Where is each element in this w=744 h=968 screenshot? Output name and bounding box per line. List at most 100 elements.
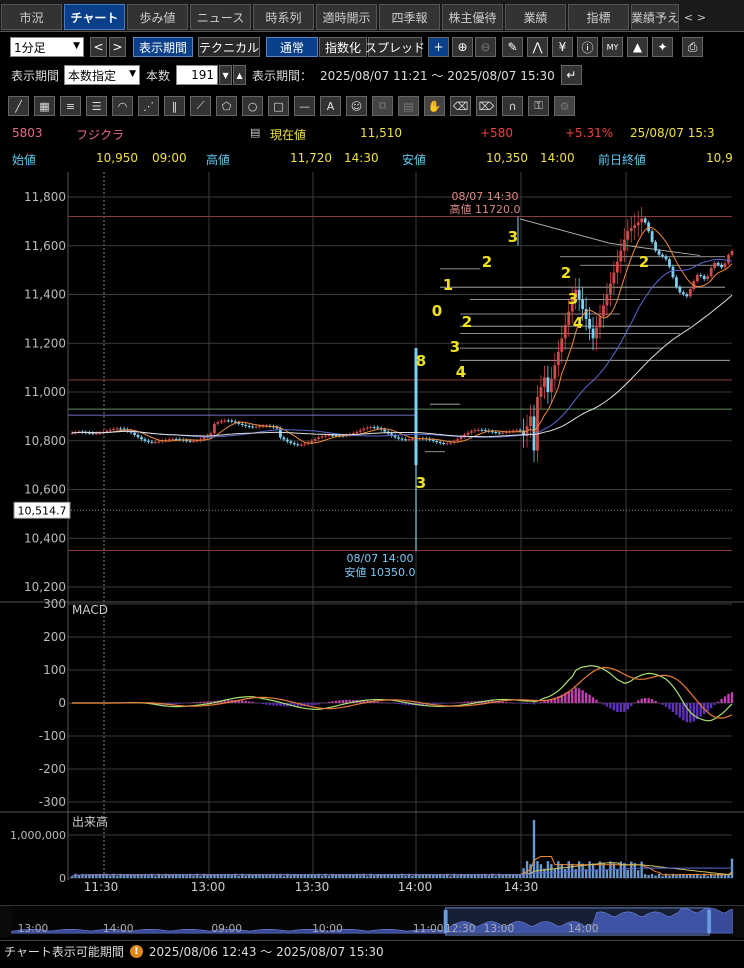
tab-scroll-right-icon[interactable]: > — [695, 7, 708, 29]
candle-body — [226, 420, 230, 422]
candle-body — [615, 261, 619, 273]
tab-news[interactable]: ニュース — [190, 4, 251, 30]
volume-bar — [612, 863, 616, 878]
pentagon-icon[interactable]: ⬠ — [216, 96, 237, 116]
tab-tick[interactable]: 歩み値 — [127, 4, 188, 30]
text-icon[interactable]: A — [320, 96, 341, 116]
normal-button[interactable]: 通常 — [266, 37, 318, 57]
print-icon[interactable]: ⎙ — [682, 37, 703, 57]
volume-bar — [640, 861, 643, 878]
lock-icon[interactable]: ⚿ — [528, 96, 549, 116]
macd-hist-bar — [386, 702, 390, 704]
rectangle-icon[interactable]: □ — [268, 96, 289, 116]
next-button[interactable]: > — [109, 37, 126, 57]
macd-hist-bar — [185, 703, 188, 704]
technical-button[interactable]: テクニカル — [198, 37, 260, 57]
macd-hist-bar — [647, 698, 650, 703]
stock-chart[interactable]: 11,800 11,600 11,400 11,200 11,000 10,800 10,6… — [0, 172, 744, 900]
tab-shikiho[interactable]: 四季報 — [379, 4, 440, 30]
candle-body — [192, 441, 195, 443]
candle-body — [358, 430, 362, 432]
time-tick-label: 13:00 — [191, 880, 226, 894]
count-label: 3 — [568, 290, 578, 308]
candle-body — [532, 416, 536, 451]
tab-forecast[interactable]: 業績予え — [631, 4, 679, 30]
change-value: +580 — [480, 126, 513, 140]
yen-icon[interactable]: ¥ — [552, 37, 573, 57]
macd-tick-label: 200 — [43, 630, 66, 644]
retracement-icon[interactable]: ☰ — [86, 96, 107, 116]
eraser-icon[interactable]: ⌫ — [450, 96, 471, 116]
period-mode-select[interactable]: 本数指定 ▼ — [64, 65, 141, 85]
tab-indicators[interactable]: 指標 — [568, 4, 629, 30]
volume-bar — [397, 875, 400, 878]
candle-body — [369, 427, 373, 429]
tab-timeseries[interactable]: 時系列 — [253, 4, 314, 30]
circle-icon[interactable]: ○ — [242, 96, 263, 116]
area-chart-icon[interactable]: ▲ — [627, 37, 648, 57]
macd-hist-bar — [268, 703, 272, 706]
zoom-out-icon[interactable]: ⊖ — [475, 37, 496, 57]
tab-disclosure[interactable]: 適時開示 — [316, 4, 377, 30]
line-chart-icon[interactable]: ⋀ — [527, 37, 548, 57]
macd-hist-bar — [584, 692, 588, 703]
stock-code: 5803 — [12, 126, 43, 140]
return-icon[interactable]: ↵ — [560, 65, 582, 85]
tab-market[interactable]: 市況 — [1, 4, 62, 30]
parallel-lines-icon[interactable]: ▦ — [34, 96, 55, 116]
info-icon[interactable]: ⓘ — [577, 37, 598, 57]
hline-icon[interactable]: — — [294, 96, 315, 116]
time-navigator[interactable]: 13:00 14:00 09:00 10:00 11:00 12:30 13:00 14:00 — [0, 905, 744, 937]
available-period-label: チャート表示可能期間 — [4, 945, 124, 959]
crosshair-icon[interactable]: + — [428, 37, 449, 57]
candle-body — [185, 440, 189, 442]
macd-hist-bar — [508, 702, 511, 703]
volume-bar — [352, 874, 355, 878]
macd-tick-label: 100 — [43, 663, 66, 677]
document-icon[interactable]: ▤ — [250, 126, 260, 139]
zoom-in-icon[interactable]: ⊕ — [452, 37, 473, 57]
hand-icon[interactable]: ✋ — [424, 96, 445, 116]
stock-name: フジクラ — [76, 128, 125, 142]
arc-icon[interactable]: ◠ — [112, 96, 133, 116]
wrench-icon[interactable]: ✦ — [652, 37, 673, 57]
candle-body — [706, 276, 710, 280]
my-chart-icon[interactable]: MY — [602, 37, 623, 57]
pencil-icon[interactable]: ✎ — [502, 37, 523, 57]
count-input[interactable]: 191 — [176, 65, 219, 85]
magnet-icon[interactable]: ∩ — [502, 96, 523, 116]
macd-hist-bar — [379, 702, 383, 703]
gann-fan-icon[interactable]: ⟋ — [190, 96, 211, 116]
macd-hist-bar — [675, 703, 678, 715]
paste-icon[interactable]: ▤ — [398, 96, 419, 116]
tab-scroll-left-icon[interactable]: < — [682, 7, 695, 29]
vertical-lines-icon[interactable]: ‖ — [164, 96, 185, 116]
interval-select[interactable]: 1分足 ▼ — [10, 37, 84, 57]
tab-benefits[interactable]: 株主優待 — [442, 4, 503, 30]
fan-icon[interactable]: ⋰ — [138, 96, 159, 116]
tab-earnings[interactable]: 業績 — [505, 4, 566, 30]
spread-button[interactable]: スプレッド — [365, 37, 425, 57]
count-label: 1 — [443, 276, 453, 294]
copy-icon[interactable]: ⧉ — [372, 96, 393, 116]
tab-chart[interactable]: チャート — [64, 4, 125, 30]
candle-body — [216, 422, 220, 424]
macd-hist-bar — [692, 703, 695, 722]
trendline-icon[interactable]: ╱ — [8, 96, 29, 116]
display-period-button[interactable]: 表示期間 — [133, 37, 193, 57]
macd-hist-bar — [532, 703, 536, 705]
high-annotation-time: 08/07 14:30 — [452, 190, 519, 203]
settings-icon[interactable]: ⚙ — [554, 96, 575, 116]
eraser-all-icon[interactable]: ⌦ — [476, 96, 497, 116]
candle-body — [640, 218, 644, 223]
candle-body — [247, 425, 251, 427]
volume-ma-short — [71, 856, 733, 877]
volume-bar — [129, 874, 133, 878]
index-button[interactable]: 指数化 — [319, 37, 367, 57]
macd-hist-bar — [456, 702, 459, 703]
horizontal-lines-icon[interactable]: ≡ — [60, 96, 81, 116]
prev-button[interactable]: < — [90, 37, 107, 57]
stamp-icon[interactable]: ☺ — [346, 96, 367, 116]
count-up-icon[interactable]: ▲ — [233, 65, 247, 85]
count-down-icon[interactable]: ▼ — [219, 65, 233, 85]
